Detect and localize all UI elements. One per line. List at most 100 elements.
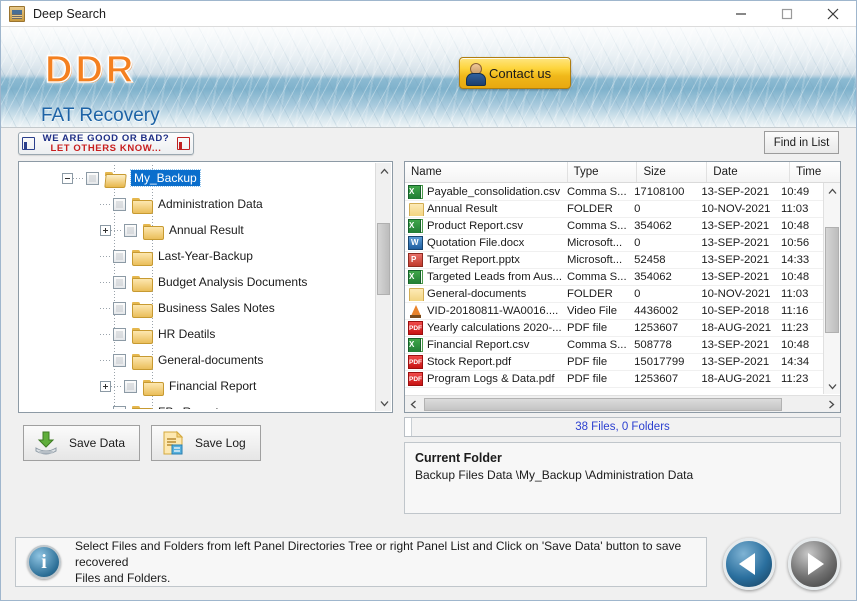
file-type-cell: FOLDER	[566, 203, 613, 215]
file-date-cell: 13-SEP-2021	[701, 339, 770, 351]
file-time-cell: 11:23	[780, 373, 809, 385]
file-date-cell: 13-SEP-2021	[701, 271, 770, 283]
rate-us-text: WE ARE GOOD OR BAD? LET OTHERS KNOW...	[35, 134, 177, 153]
rate-us-badge[interactable]: WE ARE GOOD OR BAD? LET OTHERS KNOW...	[18, 132, 194, 155]
file-name-cell: Program Logs & Data.pdf	[405, 372, 561, 386]
scroll-up-icon[interactable]	[824, 183, 840, 199]
tree-item-checkbox[interactable]	[113, 249, 126, 263]
file-list-row[interactable]: W Quotation File.docx Microsoft... 0 13-SEP-…	[405, 235, 823, 252]
tree-item-checkbox[interactable]	[124, 379, 137, 393]
close-icon[interactable]	[810, 1, 856, 27]
tree-item-last-year-backup[interactable]: Last-Year-Backup	[22, 243, 374, 269]
expand-icon[interactable]	[100, 224, 111, 236]
maximize-icon[interactable]	[764, 1, 810, 27]
info-icon: i	[27, 545, 61, 579]
scroll-down-icon[interactable]	[824, 378, 840, 394]
video-file-icon	[408, 304, 423, 318]
folder-icon	[143, 379, 164, 396]
current-folder-panel: Current Folder Backup Files Data \My_Bac…	[404, 442, 841, 514]
tree-connector	[100, 333, 111, 335]
file-date-cell: 13-SEP-2021	[701, 254, 770, 266]
tree-item-checkbox[interactable]	[113, 197, 126, 211]
file-time-cell: 10:48	[780, 271, 810, 283]
file-list-row[interactable]: X Payable_consolidation.csv Comma S... 1710…	[405, 184, 823, 201]
file-list-row[interactable]: Yearly calculations 2020-... PDF file 1253…	[405, 320, 823, 337]
file-size-cell: 1253607	[634, 322, 679, 334]
tree-vertical-scrollbar[interactable]	[375, 163, 391, 411]
file-list-row[interactable]: Stock Report.pdf PDF file 15017799 13-SEP-2…	[405, 354, 823, 371]
folder-icon	[132, 353, 153, 370]
back-arrow-icon[interactable]	[723, 538, 775, 590]
h-scroll-thumb[interactable]	[424, 397, 782, 411]
directory-tree[interactable]: My_Backup Administration Data Annual Resul…	[22, 165, 374, 409]
status-panel: i Select Files and Folders from left Pan…	[15, 537, 707, 587]
expand-icon[interactable]	[100, 380, 111, 392]
file-list-row[interactable]: VID-20180811-WA0016.... Video File 4436002…	[405, 303, 823, 320]
tree-item-administration-data[interactable]: Administration Data	[22, 191, 374, 217]
tree-item-checkbox[interactable]	[113, 301, 126, 315]
list-vertical-scrollbar[interactable]	[823, 183, 840, 394]
file-list-row[interactable]: Annual Result FOLDER 0 10-NOV-2021 11:03	[405, 201, 823, 218]
collapse-icon[interactable]	[62, 172, 73, 184]
file-list-row[interactable]: P Target Report.pptx Microsoft... 52458 13-S…	[405, 252, 823, 269]
scroll-right-icon[interactable]	[823, 396, 840, 412]
file-time-cell: 10:49	[780, 186, 810, 198]
tree-row-container: My_Backup Administration Data Annual Resul…	[22, 165, 374, 409]
file-name-cell: W Quotation File.docx	[405, 236, 561, 250]
scroll-up-icon[interactable]	[376, 163, 392, 179]
tree-item-checkbox[interactable]	[113, 327, 126, 341]
file-list-row[interactable]: Program Logs & Data.pdf PDF file 1253607 18…	[405, 371, 823, 388]
tree-scroll-thumb[interactable]	[377, 223, 390, 295]
scroll-left-icon[interactable]	[405, 396, 422, 412]
tree-item-general-documents[interactable]: General-documents	[22, 347, 374, 373]
tree-item-label: My_Backup	[130, 169, 201, 187]
file-time-cell: 11:16	[780, 305, 809, 317]
tree-connector	[111, 385, 122, 387]
tree-item-hr-deatils[interactable]: HR Deatils	[22, 321, 374, 347]
column-header-name[interactable]: Name	[405, 162, 568, 182]
file-name-text: Product Report.csv	[427, 220, 524, 232]
status-message: Select Files and Folders from left Panel…	[75, 538, 706, 586]
file-type-cell: Microsoft...	[566, 254, 623, 266]
contact-us-button[interactable]: Contact us	[459, 57, 571, 89]
file-time-cell: 11:03	[780, 288, 809, 300]
file-type-cell: Video File	[566, 305, 617, 317]
save-log-label: Save Log	[195, 436, 246, 450]
file-time-cell: 11:23	[780, 322, 809, 334]
scroll-down-icon[interactable]	[376, 395, 392, 411]
file-type-cell: FOLDER	[566, 288, 613, 300]
tree-item-my-backup[interactable]: My_Backup	[22, 165, 374, 191]
list-horizontal-scrollbar[interactable]	[405, 395, 840, 412]
pdf-file-icon	[408, 355, 423, 369]
find-in-list-button[interactable]: Find in List	[764, 131, 839, 154]
save-log-button[interactable]: Save Log	[151, 425, 261, 461]
file-date-cell: 18-AUG-2021	[701, 322, 772, 334]
tree-item-checkbox[interactable]	[124, 223, 137, 237]
minimize-icon[interactable]	[718, 1, 764, 27]
column-header-time[interactable]: Time	[790, 162, 840, 182]
h-scroll-track[interactable]	[422, 397, 823, 412]
tree-item-annual-result[interactable]: Annual Result	[22, 217, 374, 243]
tree-item-fps-report[interactable]: FPs Report	[22, 399, 374, 409]
column-header-size[interactable]: Size	[637, 162, 708, 182]
tree-item-label: General-documents	[158, 353, 264, 367]
file-list-row[interactable]: General-documents FOLDER 0 10-NOV-2021 11:03	[405, 286, 823, 303]
tree-item-checkbox[interactable]	[113, 353, 126, 367]
column-header-date[interactable]: Date	[707, 162, 791, 182]
file-date-cell: 10-SEP-2018	[701, 305, 770, 317]
file-name-text: Stock Report.pdf	[427, 356, 512, 368]
tree-item-business-sales-notes[interactable]: Business Sales Notes	[22, 295, 374, 321]
tree-item-financial-report[interactable]: Financial Report	[22, 373, 374, 399]
list-scroll-thumb[interactable]	[825, 227, 839, 333]
tree-item-checkbox[interactable]	[86, 171, 99, 185]
save-data-button[interactable]: Save Data	[23, 425, 140, 461]
tree-item-checkbox[interactable]	[113, 405, 126, 409]
tree-item-checkbox[interactable]	[113, 275, 126, 289]
forward-arrow-icon[interactable]	[788, 538, 840, 590]
file-list-row[interactable]: X Financial Report.csv Comma S... 508778 13-…	[405, 337, 823, 354]
file-list-row[interactable]: X Targeted Leads from Aus... Comma S... 354…	[405, 269, 823, 286]
file-list-body[interactable]: X Payable_consolidation.csv Comma S... 1710…	[405, 184, 823, 394]
column-header-type[interactable]: Type	[568, 162, 638, 182]
file-list-row[interactable]: X Product Report.csv Comma S... 354062 13-SE…	[405, 218, 823, 235]
tree-item-budget-analysis-documents[interactable]: Budget Analysis Documents	[22, 269, 374, 295]
